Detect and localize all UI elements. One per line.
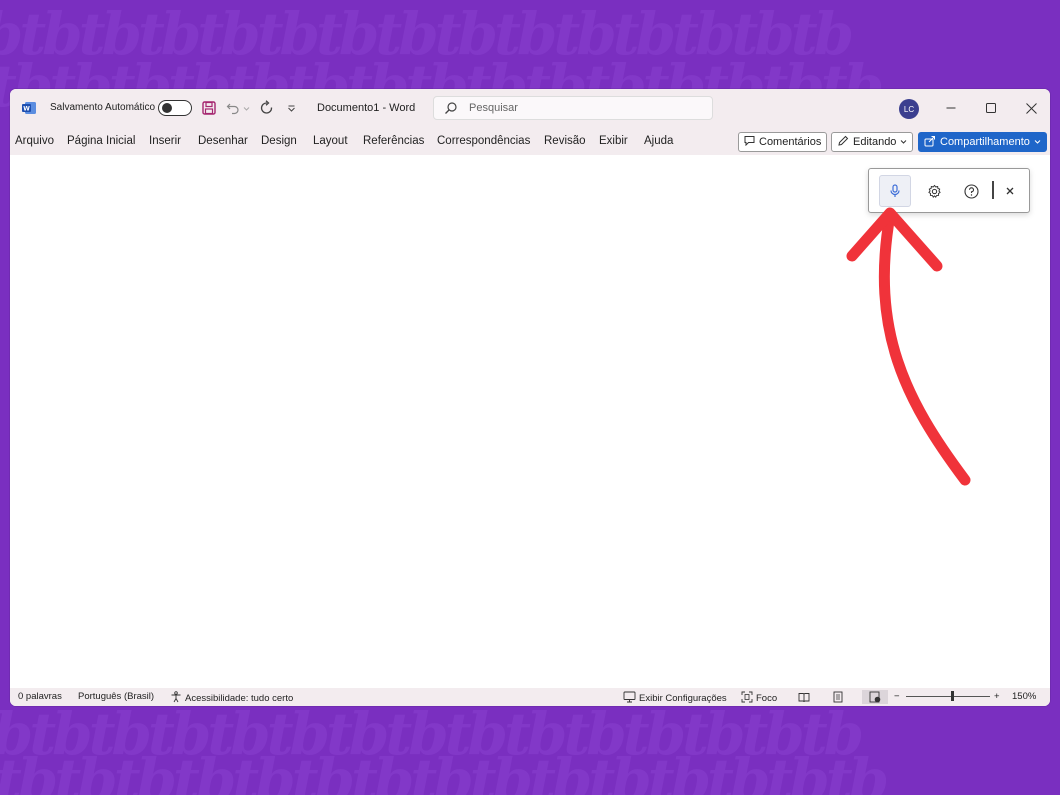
chevron-down-icon — [900, 136, 907, 148]
help-icon[interactable] — [955, 175, 987, 207]
redo-icon[interactable] — [259, 99, 275, 117]
accessibility-status[interactable]: Acessibilidade: tudo certo — [170, 691, 293, 706]
tab-correspondencias[interactable]: Correspondências — [437, 135, 530, 147]
focus-button[interactable]: Foco — [741, 691, 777, 706]
svg-text:W: W — [23, 106, 30, 113]
dictation-toolbar — [868, 168, 1030, 213]
tab-pagina-inicial[interactable]: Página Inicial — [67, 135, 135, 147]
microphone-icon[interactable] — [879, 175, 911, 207]
undo-dropdown-icon[interactable] — [243, 99, 250, 117]
print-layout-icon[interactable] — [831, 690, 845, 704]
autosave-toggle[interactable] — [158, 100, 192, 116]
settings-icon[interactable] — [918, 175, 950, 207]
close-icon[interactable] — [994, 175, 1026, 207]
word-window: W Salvamento Automático Documento1 - Wor… — [10, 89, 1050, 706]
document-title: Documento1 - Word — [317, 102, 416, 114]
tab-layout[interactable]: Layout — [313, 135, 348, 147]
window-close-icon[interactable] — [1020, 97, 1042, 119]
tab-exibir[interactable]: Exibir — [599, 135, 628, 147]
language-indicator[interactable]: Português (Brasil) — [78, 691, 154, 702]
tab-desenhar[interactable]: Desenhar — [198, 135, 248, 147]
display-settings-button[interactable]: Exibir Configurações — [623, 691, 727, 706]
zoom-out-button[interactable]: − — [894, 691, 900, 702]
share-button[interactable]: Compartilhamento — [918, 132, 1047, 152]
search-box[interactable]: Pesquisar — [433, 96, 713, 120]
undo-icon[interactable] — [226, 99, 240, 117]
autosave-label: Salvamento Automático — [50, 102, 156, 113]
tab-arquivo[interactable]: Arquivo — [15, 135, 54, 147]
pencil-icon — [837, 135, 849, 150]
minimize-icon[interactable] — [940, 97, 962, 119]
tab-referencias[interactable]: Referências — [363, 135, 424, 147]
read-mode-icon[interactable] — [797, 690, 811, 704]
tab-design[interactable]: Design — [261, 135, 297, 147]
accessibility-icon — [170, 691, 182, 706]
save-icon[interactable] — [202, 99, 216, 117]
zoom-slider[interactable] — [906, 696, 990, 697]
word-icon: W — [22, 102, 36, 114]
comments-button[interactable]: Comentários — [738, 132, 828, 152]
maximize-icon[interactable] — [980, 97, 1002, 119]
display-settings-icon — [623, 691, 636, 706]
web-layout-icon[interactable] — [862, 690, 888, 704]
word-count[interactable]: 0 palavras — [18, 691, 62, 702]
focus-icon — [741, 691, 753, 706]
zoom-level[interactable]: 150% — [1012, 691, 1036, 702]
tab-ajuda[interactable]: Ajuda — [644, 135, 673, 147]
avatar[interactable]: LC — [899, 99, 919, 119]
search-placeholder: Pesquisar — [469, 102, 518, 114]
comment-icon — [744, 135, 755, 149]
search-icon — [444, 101, 458, 118]
tab-revisao[interactable]: Revisão — [544, 135, 586, 147]
share-icon — [924, 135, 936, 150]
editing-mode-button[interactable]: Editando — [831, 132, 914, 152]
status-bar: 0 palavras Português (Brasil) Acessibili… — [10, 688, 1050, 706]
chevron-down-icon — [1034, 136, 1041, 148]
zoom-in-button[interactable]: + — [994, 691, 1000, 702]
title-bar: W Salvamento Automático Documento1 - Wor… — [10, 89, 1050, 127]
ribbon-tabs: Arquivo Página Inicial Inserir Desenhar … — [10, 127, 1050, 155]
tab-inserir[interactable]: Inserir — [149, 135, 181, 147]
customize-toolbar-icon[interactable] — [287, 99, 296, 117]
zoom-slider-thumb[interactable] — [951, 691, 954, 701]
